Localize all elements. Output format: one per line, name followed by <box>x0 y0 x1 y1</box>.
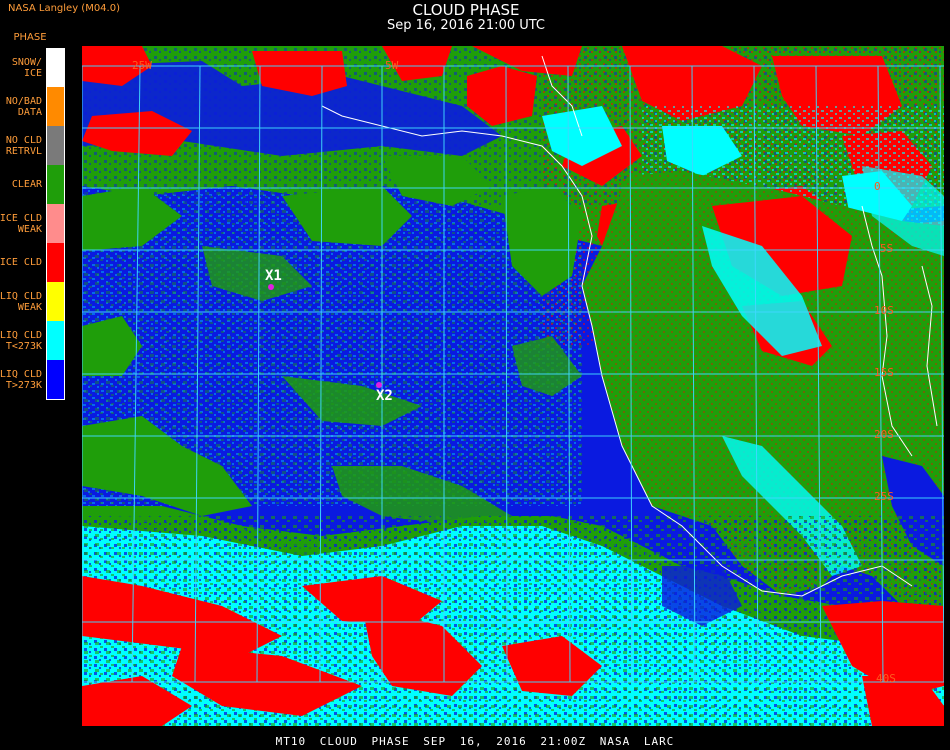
marker-x1-dot[interactable] <box>268 284 274 290</box>
legend-item-ice-cloud-weak: ICE CLD WEAK <box>0 204 66 243</box>
legend-item-line1: ICE CLD <box>0 257 42 268</box>
map-title: CLOUD PHASE <box>412 1 520 19</box>
lat-label-0: 0 <box>874 180 881 193</box>
legend-swatch <box>46 360 65 399</box>
legend-item-line1: SNOW/ <box>11 56 42 68</box>
legend-item-no-cloud-retrieval: NO CLD RETRVL <box>0 126 66 165</box>
legend-item-line1: LIQ CLD <box>0 368 42 380</box>
legend-item-liquid-cloud-cold: LIQ CLD T<273K <box>0 321 66 360</box>
legend-item-line2: WEAK <box>17 223 42 235</box>
legend-item-no-bad-data: NO/BAD DATA <box>0 87 66 126</box>
legend-swatch <box>46 243 65 282</box>
legend-swatch <box>46 126 65 165</box>
legend-item-line2: T>273K <box>5 379 42 391</box>
legend-item-line2: DATA <box>17 106 42 118</box>
legend-item-snow-ice: SNOW/ICE <box>0 48 66 87</box>
lon-label-25w: 25W <box>132 59 152 72</box>
legend-item-line2: ICE <box>23 67 42 79</box>
legend-item-line1: ICE CLD <box>0 212 42 224</box>
legend-item-clear: CLEAR <box>0 165 66 204</box>
legend-item-line1: NO CLD <box>5 134 42 146</box>
legend-heading: PHASE <box>13 32 47 43</box>
lat-label-10s: 10S <box>874 304 894 317</box>
satellite-map[interactable]: 25W 5W 0 5S 10S 15S 20S 25S 40S X1 X2 <box>82 46 944 726</box>
cloud-phase-image <box>82 46 944 726</box>
legend-swatch <box>46 165 65 204</box>
legend-swatch <box>46 204 65 243</box>
lat-label-20s: 20S <box>874 428 894 441</box>
lon-label-5w: 5W <box>385 59 399 72</box>
map-subtitle: Sep 16, 2016 21:00 UTC <box>386 18 546 33</box>
phase-legend: SNOW/ICE NO/BAD DATA NO CLD RETRVL CLEAR I… <box>0 48 66 400</box>
lat-label-25s: 25S <box>874 490 894 503</box>
legend-item-line1: NO/BAD <box>5 95 42 107</box>
lat-label-40s: 40S <box>876 672 896 685</box>
legend-item-line2: T<273K <box>5 340 42 352</box>
legend-swatch <box>46 282 65 321</box>
lat-label-5s: 5S <box>880 242 894 255</box>
legend-swatch <box>46 321 65 360</box>
marker-x1-label: X1 <box>265 268 282 284</box>
lat-label-15s: 15S <box>874 366 894 379</box>
legend-item-line2: WEAK <box>17 301 42 313</box>
legend-item-ice-cloud: ICE CLD <box>0 243 66 282</box>
legend-item-liquid-cloud-weak: LIQ CLD WEAK <box>0 282 66 321</box>
legend-item-line1: CLEAR <box>11 179 42 190</box>
legend-item-liquid-cloud-warm: LIQ CLD T>273K <box>0 360 66 399</box>
legend-item-line1: LIQ CLD <box>0 290 42 302</box>
legend-item-line1: LIQ CLD <box>0 329 42 341</box>
legend-item-line2: RETRVL <box>5 145 42 157</box>
legend-swatch <box>46 48 65 87</box>
footer-caption: MT10 CLOUD PHASE SEP 16, 2016 21:00Z NAS… <box>275 735 675 748</box>
marker-x2-label: X2 <box>376 388 393 404</box>
legend-swatch <box>46 87 65 126</box>
